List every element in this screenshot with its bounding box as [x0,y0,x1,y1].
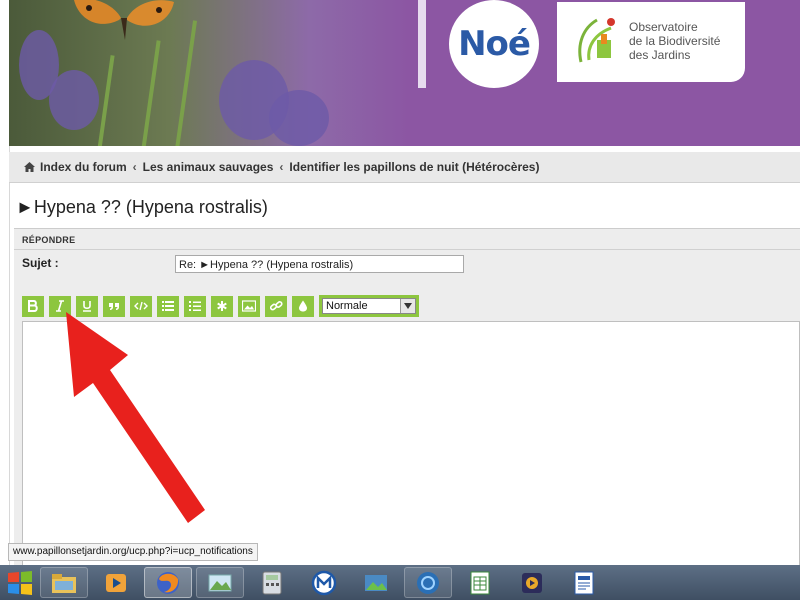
media-center-icon [522,572,542,593]
image-icon [242,300,256,312]
italic-button[interactable] [49,295,71,317]
taskbar-document[interactable] [560,567,608,598]
observatoire-logo-text: Observatoire de la Biodiversité des Jard… [629,20,721,62]
link-button[interactable] [265,295,287,317]
taskbar-image-viewer[interactable] [352,567,400,598]
taskbar-spreadsheet[interactable] [456,567,504,598]
file-explorer-icon [52,573,76,593]
quote-icon [109,303,119,310]
banner-divider [418,0,426,88]
banner-photo [9,0,409,146]
noe-logo[interactable]: Noé [449,0,539,88]
taskbar-browser[interactable] [404,567,452,598]
taskbar-calculator[interactable] [248,567,296,598]
taskbar-media-player[interactable] [92,567,140,598]
media-player-icon [106,573,126,592]
spreadsheet-icon [470,571,490,594]
list-button[interactable] [157,295,179,317]
subject-label: Sujet : [22,256,59,270]
quote-button[interactable] [103,295,125,317]
italic-icon [56,300,64,312]
list-icon [162,301,174,311]
butterfly-image [74,0,174,40]
reply-panel: RÉPONDRE Sujet : Re: ►Hypena ?? (Hypena … [14,228,800,566]
garden-leaf-icon [578,18,615,63]
breadcrumb: Index du forum ‹ Les animaux sauvages ‹ … [23,160,539,174]
code-icon [134,301,148,311]
color-drop-icon [299,300,307,312]
color-button[interactable] [292,295,314,317]
breadcrumb-separator: ‹ [279,160,284,174]
link-icon [269,301,283,311]
malwarebytes-icon [311,570,337,595]
asterisk-icon [217,301,227,311]
image-viewer-icon [365,574,387,591]
numbered-list-button[interactable] [184,295,206,317]
breadcrumb-link-animaux[interactable]: Les animaux sauvages [143,160,274,174]
editor-toolbar: Normale [22,295,419,317]
calculator-icon [262,571,282,594]
breadcrumb-bar: Index du forum ‹ Les animaux sauvages ‹ … [9,152,800,183]
taskbar-firefox[interactable] [144,567,192,598]
browser-icon [417,571,439,594]
subject-input[interactable]: Re: ►Hypena ?? (Hypena rostralis) [175,255,464,273]
observatoire-logo[interactable]: Observatoire de la Biodiversité des Jard… [557,2,745,82]
chevron-down-icon[interactable] [400,299,415,313]
home-icon[interactable] [23,161,36,173]
site-banner: Noé Observatoire de la Biodiversité des … [9,0,800,146]
font-size-select[interactable]: Normale [319,295,419,317]
photos-icon [208,574,232,591]
breadcrumb-link-papillons[interactable]: Identifier les papillons de nuit (Hétéro… [289,160,539,174]
underline-icon [83,301,91,312]
image-button[interactable] [238,295,260,317]
status-bar-url: www.papillonsetjardin.org/ucp.php?i=ucp_… [8,543,258,561]
taskbar-media-center[interactable] [508,567,556,598]
message-textarea[interactable] [22,321,800,566]
breadcrumb-separator: ‹ [132,160,137,174]
taskbar-photos[interactable] [196,567,244,598]
taskbar-file-explorer[interactable] [40,567,88,598]
document-icon [574,571,594,594]
list-item-button[interactable] [211,295,233,317]
reply-header: RÉPONDRE [22,235,76,245]
start-button[interactable] [0,565,40,600]
bold-icon [28,300,38,312]
topic-title[interactable]: ►Hypena ?? (Hypena rostralis) [16,197,268,218]
taskbar [0,565,800,600]
font-size-value: Normale [326,300,368,312]
firefox-icon [157,571,179,594]
numbered-list-icon [189,301,201,311]
underline-button[interactable] [76,295,98,317]
windows-logo-icon [8,570,32,595]
taskbar-malwarebytes[interactable] [300,567,348,598]
breadcrumb-link-index[interactable]: Index du forum [40,160,127,174]
noe-logo-text: Noé [458,24,531,64]
divider [14,249,800,250]
bold-button[interactable] [22,295,44,317]
code-button[interactable] [130,295,152,317]
